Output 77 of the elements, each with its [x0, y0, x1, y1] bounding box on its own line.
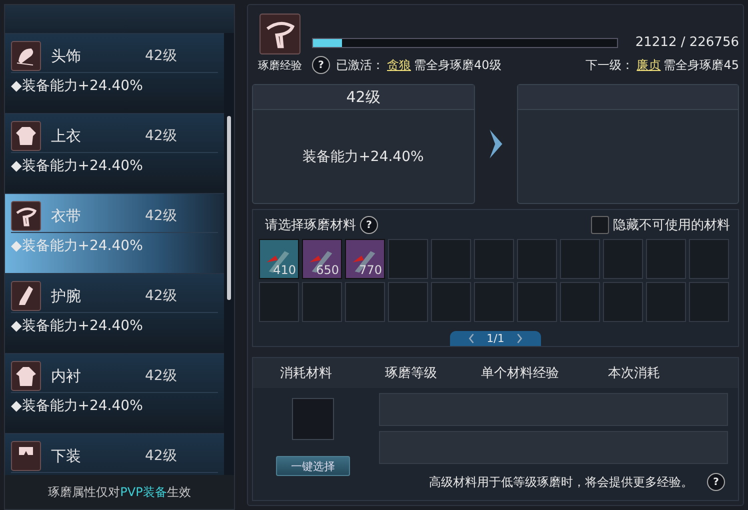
empty-slot[interactable]: [431, 239, 471, 279]
auto-select-button[interactable]: 一键选择: [276, 456, 350, 476]
equipment-level: 42级: [145, 287, 177, 305]
empty-slot[interactable]: [560, 239, 600, 279]
equipment-level: 42级: [145, 47, 177, 65]
empty-slot[interactable]: [560, 282, 600, 322]
note-text: 高级材料用于低等级琢磨时，将会提供更多经验。: [429, 474, 693, 490]
next-level-link[interactable]: 廉贞: [636, 56, 661, 74]
equipment-name: 下装: [51, 446, 82, 466]
equipment-name: 护腕: [51, 286, 82, 306]
empty-slot[interactable]: [517, 239, 557, 279]
equipment-level: 42级: [145, 207, 177, 225]
column-header: 消耗材料: [279, 365, 333, 382]
footer-note: 琢磨属性仅对PVP装备生效: [5, 475, 234, 509]
empty-slot[interactable]: [646, 282, 686, 322]
equipment-level: 42级: [145, 127, 177, 145]
help-button[interactable]: ?: [312, 56, 330, 74]
empty-slot[interactable]: [388, 282, 428, 322]
equipment-level: 42级: [145, 447, 177, 465]
materials-title: 请选择琢磨材料: [265, 217, 356, 234]
empty-slot: [292, 398, 334, 440]
page-indicator: 1/1: [486, 332, 504, 345]
equipment-name: 内衬: [51, 366, 82, 386]
column-header: 琢磨等级: [384, 365, 438, 382]
equipment-name: 头饰: [51, 46, 82, 66]
empty-slot[interactable]: [474, 239, 514, 279]
empty-slot[interactable]: [689, 282, 729, 322]
equipment-list-item[interactable]: 护腕 42级 ◆装备能力+24.40%: [5, 273, 224, 353]
equipment-effect: ◆装备能力+24.40%: [11, 317, 144, 335]
bracer-icon: [11, 281, 41, 311]
help-button[interactable]: ?: [360, 216, 378, 234]
equipment-name: 上衣: [51, 126, 82, 146]
current-effect: 装备能力+24.40%: [302, 148, 424, 166]
empty-slot[interactable]: [603, 282, 643, 322]
material-item[interactable]: 650: [302, 239, 342, 279]
column-header: 本次消耗: [607, 365, 661, 382]
help-button[interactable]: ?: [707, 473, 725, 491]
activated-requirement: 需全身琢磨40级: [414, 56, 502, 74]
column-header: 单个材料经验: [480, 365, 560, 382]
empty-slot[interactable]: [646, 239, 686, 279]
empty-slot[interactable]: [603, 239, 643, 279]
equipment-list-item[interactable]: 下装 42级: [5, 433, 224, 475]
empty-slot[interactable]: [474, 282, 514, 322]
equipment-effect: ◆装备能力+24.40%: [11, 397, 144, 415]
empty-slot[interactable]: [689, 239, 729, 279]
experience-reading: 21212 / 226756: [635, 35, 739, 50]
chevron-right-icon: [486, 127, 504, 161]
jacket-icon: [11, 121, 41, 151]
checkbox[interactable]: [591, 216, 609, 234]
empty-slot[interactable]: [302, 282, 342, 322]
experience-label: 琢磨经验: [258, 58, 302, 73]
shirt-icon: [11, 361, 41, 391]
activated-label: 已激活：: [336, 56, 384, 74]
equipment-list-item[interactable]: 内衬 42级 ◆装备能力+24.40%: [5, 353, 224, 433]
equipment-list-item[interactable]: 上衣 42级 ◆装备能力+24.40%: [5, 113, 224, 193]
equipment-list-item[interactable]: 衣带 42级 ◆装备能力+24.40%: [5, 193, 224, 273]
equipment-effect: ◆装备能力+24.40%: [11, 157, 144, 175]
activated-link[interactable]: 贪狼: [387, 56, 411, 74]
next-level-requirement: 需全身琢磨45: [664, 56, 739, 74]
current-level: 42级: [346, 88, 380, 106]
empty-slot[interactable]: [431, 282, 471, 322]
empty-slot[interactable]: [517, 282, 557, 322]
empty-slot[interactable]: [259, 282, 299, 322]
empty-slot[interactable]: [388, 239, 428, 279]
checkbox-label: 隐藏不可使用的材料: [613, 217, 730, 234]
equipment-level: 42级: [145, 367, 177, 385]
equipment-name: 衣带: [51, 206, 82, 226]
chevron-left-icon[interactable]: [468, 333, 475, 344]
equipment-effect: ◆装备能力+24.40%: [11, 77, 144, 95]
material-item[interactable]: 410: [259, 239, 299, 279]
equipment-list-item[interactable]: 头饰 42级 ◆装备能力+24.40%: [5, 33, 224, 113]
scrollbar[interactable]: [227, 116, 231, 300]
next-level-label: 下一级：: [586, 56, 634, 74]
material-item[interactable]: 770: [345, 239, 385, 279]
empty-slot[interactable]: [345, 282, 385, 322]
chevron-right-icon[interactable]: [516, 333, 524, 344]
equipment-effect: ◆装备能力+24.40%: [11, 237, 144, 255]
